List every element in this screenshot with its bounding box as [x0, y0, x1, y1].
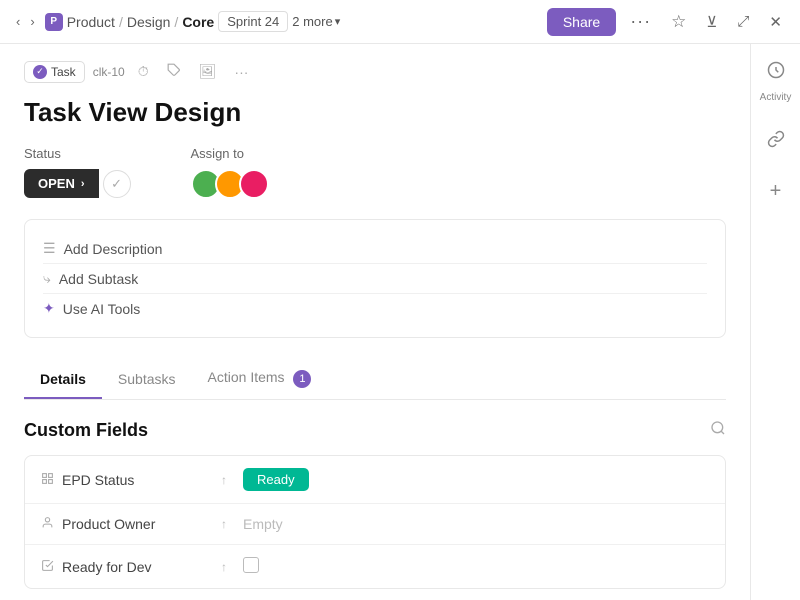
activity-label: Activity: [760, 92, 792, 103]
status-open-button[interactable]: OPEN ›: [24, 169, 99, 198]
custom-fields-header: Custom Fields: [24, 420, 726, 441]
ai-icon: ✦: [43, 300, 55, 317]
expand-button[interactable]: ⤢: [731, 9, 755, 34]
main-content: ✓ Task clk-10 ⏱ 🖼 ··· Task View Design S…: [0, 44, 750, 600]
product-owner-icon: [41, 516, 54, 532]
breadcrumb: P Product / Design / Core Sprint 24 2 mo…: [45, 11, 341, 32]
tag-icon-button[interactable]: [162, 60, 186, 83]
status-btn-group: OPEN › ✓: [24, 169, 131, 198]
use-ai-label: Use AI Tools: [63, 301, 141, 317]
avatars[interactable]: [191, 169, 269, 199]
status-section: Status OPEN › ✓: [24, 146, 131, 198]
task-type-label: Task: [51, 65, 76, 79]
add-description-label: Add Description: [64, 241, 163, 257]
epd-status-label: EPD Status: [62, 472, 134, 488]
tab-details[interactable]: Details: [24, 361, 102, 399]
more-meta-button[interactable]: ···: [229, 61, 253, 83]
add-button[interactable]: +: [760, 175, 792, 207]
breadcrumb-more-label: 2 more: [292, 14, 332, 29]
task-meta: ✓ Task clk-10 ⏱ 🖼 ···: [24, 60, 726, 83]
avatar-3[interactable]: [239, 169, 269, 199]
tab-action-items[interactable]: Action Items 1: [192, 359, 328, 400]
timer-icon-button[interactable]: ⏱: [133, 60, 154, 83]
fields-table: EPD Status ↑ Ready Product Owner ↑ Empty: [24, 455, 726, 589]
task-type-badge: ✓ Task: [24, 61, 85, 83]
breadcrumb-core[interactable]: Core: [182, 14, 214, 30]
task-check-icon: ✓: [33, 65, 47, 79]
status-label: Status: [24, 146, 131, 161]
topbar-left: ‹ › P Product / Design / Core Sprint 24 …: [12, 10, 340, 33]
custom-fields-title: Custom Fields: [24, 420, 148, 441]
nav-forward-button[interactable]: ›: [26, 10, 38, 33]
epd-status-sort-icon: ↑: [221, 473, 227, 487]
tabs: Details Subtasks Action Items 1: [24, 358, 726, 400]
product-owner-empty: Empty: [243, 516, 283, 532]
more-options-button[interactable]: ···: [624, 7, 657, 36]
nav-arrows: ‹ ›: [12, 10, 39, 33]
tab-subtasks-label: Subtasks: [118, 371, 176, 387]
tab-details-label: Details: [40, 371, 86, 387]
chevron-down-icon: ▾: [335, 15, 341, 28]
ready-badge: Ready: [243, 468, 309, 491]
topbar: ‹ › P Product / Design / Core Sprint 24 …: [0, 0, 800, 44]
action-items-badge: 1: [293, 370, 311, 388]
ready-for-dev-checkbox[interactable]: [243, 557, 259, 573]
custom-fields-search-button[interactable]: [710, 420, 726, 441]
topbar-right: Share ··· ☆ ⊻ ⤢ ✕: [547, 7, 788, 36]
image-icon-button[interactable]: 🖼: [194, 60, 222, 83]
epd-status-value[interactable]: Ready: [243, 468, 709, 491]
breadcrumb-sep-1: /: [119, 14, 123, 30]
ready-for-dev-label: Ready for Dev: [62, 559, 151, 575]
share-button[interactable]: Share: [547, 8, 616, 36]
assign-section: Assign to: [191, 146, 269, 199]
link-button[interactable]: [760, 123, 792, 155]
status-assign-row: Status OPEN › ✓ Assign to: [24, 146, 726, 199]
breadcrumb-design[interactable]: Design: [127, 14, 171, 30]
description-icon: ☰: [43, 240, 56, 257]
breadcrumb-sep-2: /: [174, 14, 178, 30]
show-empty-fields-button[interactable]: ▾ Show empty fields: [24, 589, 141, 600]
subtask-icon: ⤷: [43, 270, 51, 287]
chevron-right-icon: ›: [81, 178, 85, 190]
product-owner-sort-icon: ↑: [221, 517, 227, 531]
activity-button[interactable]: [760, 54, 792, 86]
ready-for-dev-icon: [41, 559, 54, 575]
product-owner-value[interactable]: Empty: [243, 516, 709, 532]
ready-for-dev-sort-icon: ↑: [221, 560, 227, 574]
breadcrumb-product[interactable]: Product: [67, 14, 115, 30]
ready-for-dev-name-col: Ready for Dev: [41, 559, 221, 575]
epd-status-icon: [41, 472, 54, 488]
add-description-item[interactable]: ☰ Add Description: [43, 234, 707, 264]
tab-subtasks[interactable]: Subtasks: [102, 361, 192, 399]
epd-status-name-col: EPD Status: [41, 472, 221, 488]
status-value: OPEN: [38, 176, 75, 191]
breadcrumb-more-button[interactable]: 2 more ▾: [292, 14, 340, 29]
close-button[interactable]: ✕: [763, 9, 788, 35]
task-id: clk-10: [93, 65, 125, 79]
star-button[interactable]: ☆: [665, 8, 692, 36]
ready-for-dev-row[interactable]: Ready for Dev ↑: [25, 545, 725, 588]
desc-card: ☰ Add Description ⤷ Add Subtask ✦ Use AI…: [24, 219, 726, 338]
use-ai-item[interactable]: ✦ Use AI Tools: [43, 294, 707, 323]
add-subtask-label: Add Subtask: [59, 271, 138, 287]
product-owner-label: Product Owner: [62, 516, 155, 532]
add-subtask-item[interactable]: ⤷ Add Subtask: [43, 264, 707, 294]
epd-status-row[interactable]: EPD Status ↑ Ready: [25, 456, 725, 504]
nav-back-button[interactable]: ‹: [12, 10, 24, 33]
task-title: Task View Design: [24, 97, 726, 128]
breadcrumb-sprint[interactable]: Sprint 24: [218, 11, 288, 32]
ready-for-dev-value[interactable]: [243, 557, 709, 576]
project-icon: P: [45, 13, 63, 31]
right-sidebar: Activity +: [750, 44, 800, 600]
download-button[interactable]: ⊻: [700, 9, 723, 35]
status-complete-button[interactable]: ✓: [103, 170, 131, 198]
product-owner-name-col: Product Owner: [41, 516, 221, 532]
product-owner-row[interactable]: Product Owner ↑ Empty: [25, 504, 725, 545]
assign-label: Assign to: [191, 146, 269, 161]
tab-action-items-label: Action Items: [208, 369, 285, 385]
